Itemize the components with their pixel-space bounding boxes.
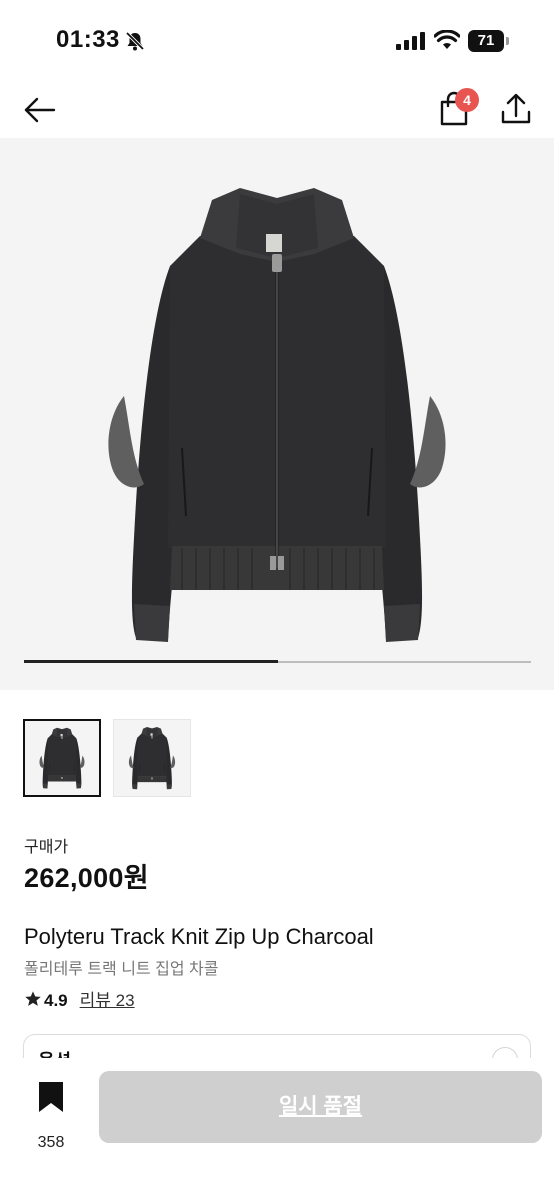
star-icon — [25, 991, 41, 1006]
product-image — [108, 188, 446, 642]
wish-count: 358 — [37, 1134, 65, 1151]
battery-indicator: 71 — [468, 30, 510, 52]
share-icon[interactable] — [494, 88, 538, 132]
sold-out-button[interactable]: 일시 품절 — [99, 1071, 542, 1143]
battery-cap — [506, 37, 509, 45]
carousel-progress-track — [24, 660, 531, 663]
nav-bar: 4 — [0, 84, 554, 136]
bell-muted-icon — [125, 31, 145, 51]
thumbnail-2[interactable] — [113, 719, 191, 797]
thumbnail-1[interactable] — [23, 719, 101, 797]
rating-row: 4.9 리뷰 23 — [24, 986, 135, 1010]
status-time: 01:33 — [56, 26, 120, 53]
bottom-action-bar: 358 일시 품절 — [0, 1058, 554, 1200]
signal-icon — [396, 32, 425, 50]
product-name-en: Polyteru Track Knit Zip Up Charcoal — [24, 924, 374, 949]
carousel-progress-fill — [24, 660, 278, 663]
price-label: 구매가 — [24, 839, 69, 856]
product-name-ko: 폴리테루 트랙 니트 집업 차콜 — [24, 961, 219, 978]
back-arrow-icon[interactable] — [20, 90, 60, 130]
wish-button[interactable]: 358 — [20, 1080, 82, 1151]
status-bar: 01:33 71 — [0, 0, 554, 84]
price: 262,000원 — [24, 863, 149, 893]
bookmark-icon — [39, 1082, 63, 1112]
rating-value: 4.9 — [44, 991, 68, 1010]
cart-count-badge: 4 — [455, 88, 479, 112]
review-link[interactable]: 리뷰 23 — [80, 991, 135, 1010]
battery-level: 71 — [468, 30, 504, 52]
product-image-carousel[interactable] — [0, 138, 554, 690]
wifi-icon — [434, 30, 460, 49]
